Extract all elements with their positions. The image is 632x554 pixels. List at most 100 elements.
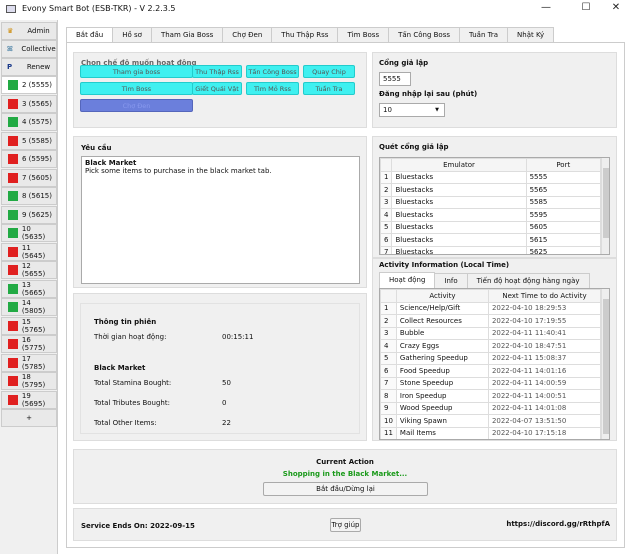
sidebar-account-item[interactable]: 19 (5695)	[1, 390, 57, 409]
table-header: Activity Next Time to do Activity	[380, 289, 602, 303]
sidebar-collective-button[interactable]: ꕤ Collective	[1, 40, 57, 58]
table-row[interactable]: 9 Wood Speedup 2022-04-11 14:01:08	[380, 401, 602, 415]
sidebar-account-item[interactable]: 15 (5765)	[1, 316, 57, 335]
relogin-value: 10	[383, 106, 392, 114]
column-header[interactable]: Next Time to do Activity	[487, 289, 602, 303]
table-cell: 5595	[525, 208, 602, 222]
table-cell: Bluestacks	[391, 183, 527, 197]
table-row[interactable]: 7 Stone Speedup 2022-04-11 14:00:59	[380, 376, 602, 390]
tab-7[interactable]: Tuần Tra	[459, 27, 509, 43]
sidebar-renew-button[interactable]: P Renew	[1, 58, 57, 76]
sidebar-account-item[interactable]: 12 (5655)	[1, 261, 57, 279]
table-cell: 2022-04-11 14:00:51	[487, 389, 602, 403]
table-row[interactable]: 2 Bluestacks 5565	[380, 183, 602, 197]
emulator-table[interactable]: Emulator Port 1 Bluestacks 5555 2 Bluestacks 55…	[379, 157, 610, 255]
sidebar-account-item[interactable]: 7 (5605)	[1, 168, 57, 187]
table-row[interactable]: 8 Iron Speedup 2022-04-11 14:00:51	[380, 389, 602, 403]
table-row[interactable]: 5 Bluestacks 5605	[380, 220, 602, 234]
start-stop-button[interactable]: Bắt đầu/Dừng lại	[263, 482, 428, 496]
row-number: 3	[380, 326, 397, 340]
mode-button-1[interactable]: Thu Thập Rss	[192, 65, 242, 78]
request-textarea[interactable]: Black Market Pick some items to purchase…	[81, 156, 360, 284]
discord-link[interactable]: https://discord.gg/rRthpfA	[506, 520, 610, 528]
table-row[interactable]: 2 Collect Resources 2022-04-10 17:19:55	[380, 314, 602, 328]
relogin-select[interactable]: 10 ▼	[379, 103, 445, 117]
mode-button-3[interactable]: Quay Chip	[303, 65, 355, 78]
table-row[interactable]: 6 Food Speedup 2022-04-11 14:01:16	[380, 364, 602, 378]
sidebar-label: Renew	[26, 63, 51, 71]
table-row[interactable]: 4 Bluestacks 5595	[380, 208, 602, 222]
minimize-button[interactable]: —	[536, 2, 556, 13]
maximize-button[interactable]: ☐	[576, 2, 596, 13]
table-cell: Bluestacks	[391, 220, 527, 234]
sidebar-account-item[interactable]: 18 (5795)	[1, 372, 57, 390]
table-row[interactable]: 4 Crazy Eggs 2022-04-10 18:47:51	[380, 339, 602, 353]
table-row[interactable]: 3 Bubble 2022-04-11 11:40:41	[380, 326, 602, 340]
table-row[interactable]: 11 Mail Items 2022-04-10 17:15:18	[380, 426, 602, 439]
tab-4[interactable]: Thu Thập Rss	[271, 27, 339, 43]
mode-button-8[interactable]: Chợ Đen	[80, 99, 193, 112]
help-button[interactable]: Trợ giúp	[330, 518, 361, 532]
mode-button-2[interactable]: Tấn Công Boss	[246, 65, 299, 78]
sidebar-admin-button[interactable]: ♛ Admin	[1, 22, 57, 40]
mode-button-5[interactable]: Giết Quái Vật	[192, 82, 242, 95]
scrollbar[interactable]	[601, 158, 609, 254]
start-tab-pane: Chọn chế độ muốn hoạt động Tham gia boss…	[66, 42, 625, 548]
row-number: 1	[380, 301, 397, 315]
activity-tab-0[interactable]: Hoạt động	[379, 272, 436, 289]
sidebar-account-item[interactable]: 6 (5595)	[1, 150, 57, 168]
sidebar-account-item[interactable]: 10 (5635)	[1, 224, 57, 242]
sidebar-account-item[interactable]: 14 (5805)	[1, 298, 57, 316]
sidebar-account-item[interactable]: 4 (5575)	[1, 113, 57, 131]
table-cell: 2022-04-11 14:01:08	[487, 401, 602, 415]
mode-button-4[interactable]: Tìm Boss	[80, 82, 193, 95]
tab-5[interactable]: Tìm Boss	[337, 27, 390, 43]
activity-tab-2[interactable]: Tiến độ hoạt động hàng ngày	[466, 273, 590, 289]
column-header[interactable]: Activity	[395, 289, 489, 303]
table-row[interactable]: 10 Viking Spawn 2022-04-07 13:51:50	[380, 414, 602, 428]
sidebar-account-item[interactable]: 5 (5585)	[1, 131, 57, 150]
port-input[interactable]: 5555	[379, 72, 411, 86]
activity-tab-1[interactable]: Info	[434, 273, 468, 289]
status-indicator	[8, 135, 18, 146]
row-number: 4	[380, 208, 393, 222]
status-indicator	[8, 228, 18, 238]
scrollbar[interactable]	[601, 289, 609, 439]
sidebar-account-item[interactable]: 17 (5785)	[1, 353, 57, 372]
sidebar-account-item[interactable]: 13 (5665)	[1, 279, 57, 298]
account-label: 19 (5695)	[21, 391, 46, 408]
mode-button-7[interactable]: Tuần Tra	[303, 82, 355, 95]
table-row[interactable]: 1 Science/Help/Gift 2022-04-10 18:29:53	[380, 301, 602, 315]
table-row[interactable]: 1 Bluestacks 5555	[380, 170, 602, 184]
tab-3[interactable]: Chợ Đen	[222, 27, 273, 43]
add-account-button[interactable]: +	[1, 409, 57, 427]
sidebar-account-item[interactable]: 11 (5645)	[1, 242, 57, 261]
service-end-date: Service Ends On: 2022-09-15	[81, 522, 195, 530]
status-indicator	[8, 357, 18, 368]
column-header[interactable]: Port	[525, 158, 602, 172]
table-row[interactable]: 7 Bluestacks 5625	[380, 245, 602, 254]
scroll-thumb[interactable]	[603, 299, 609, 434]
sidebar-account-item[interactable]: 9 (5625)	[1, 205, 57, 224]
account-label: 17 (5785)	[21, 354, 46, 371]
mode-button-0[interactable]: Tham gia boss	[80, 65, 193, 78]
scroll-thumb[interactable]	[603, 168, 609, 238]
table-row[interactable]: 6 Bluestacks 5615	[380, 233, 602, 247]
activity-table[interactable]: Activity Next Time to do Activity 1 Science…	[379, 288, 610, 440]
tab-8[interactable]: Nhật Ký	[507, 27, 555, 43]
sidebar-account-item[interactable]: 2 (5555)	[1, 76, 57, 94]
table-cell: Wood Speedup	[395, 401, 489, 415]
tab-1[interactable]: Hồ sơ	[112, 27, 152, 43]
mode-button-6[interactable]: Tìm Mỏ Rss	[246, 82, 299, 95]
tab-2[interactable]: Tham Gia Boss	[150, 27, 224, 43]
close-button[interactable]: ✕	[606, 2, 626, 13]
column-header[interactable]: Emulator	[391, 158, 527, 172]
account-label: 7 (5605)	[22, 173, 52, 182]
stat-value: 50	[222, 379, 231, 387]
table-row[interactable]: 3 Bluestacks 5585	[380, 195, 602, 209]
sidebar-account-item[interactable]: 3 (5565)	[1, 94, 57, 113]
sidebar-account-item[interactable]: 8 (5615)	[1, 187, 57, 205]
table-row[interactable]: 5 Gathering Speedup 2022-04-11 15:08:37	[380, 351, 602, 365]
tab-6[interactable]: Tấn Công Boss	[388, 27, 460, 43]
sidebar-account-item[interactable]: 16 (5775)	[1, 335, 57, 353]
